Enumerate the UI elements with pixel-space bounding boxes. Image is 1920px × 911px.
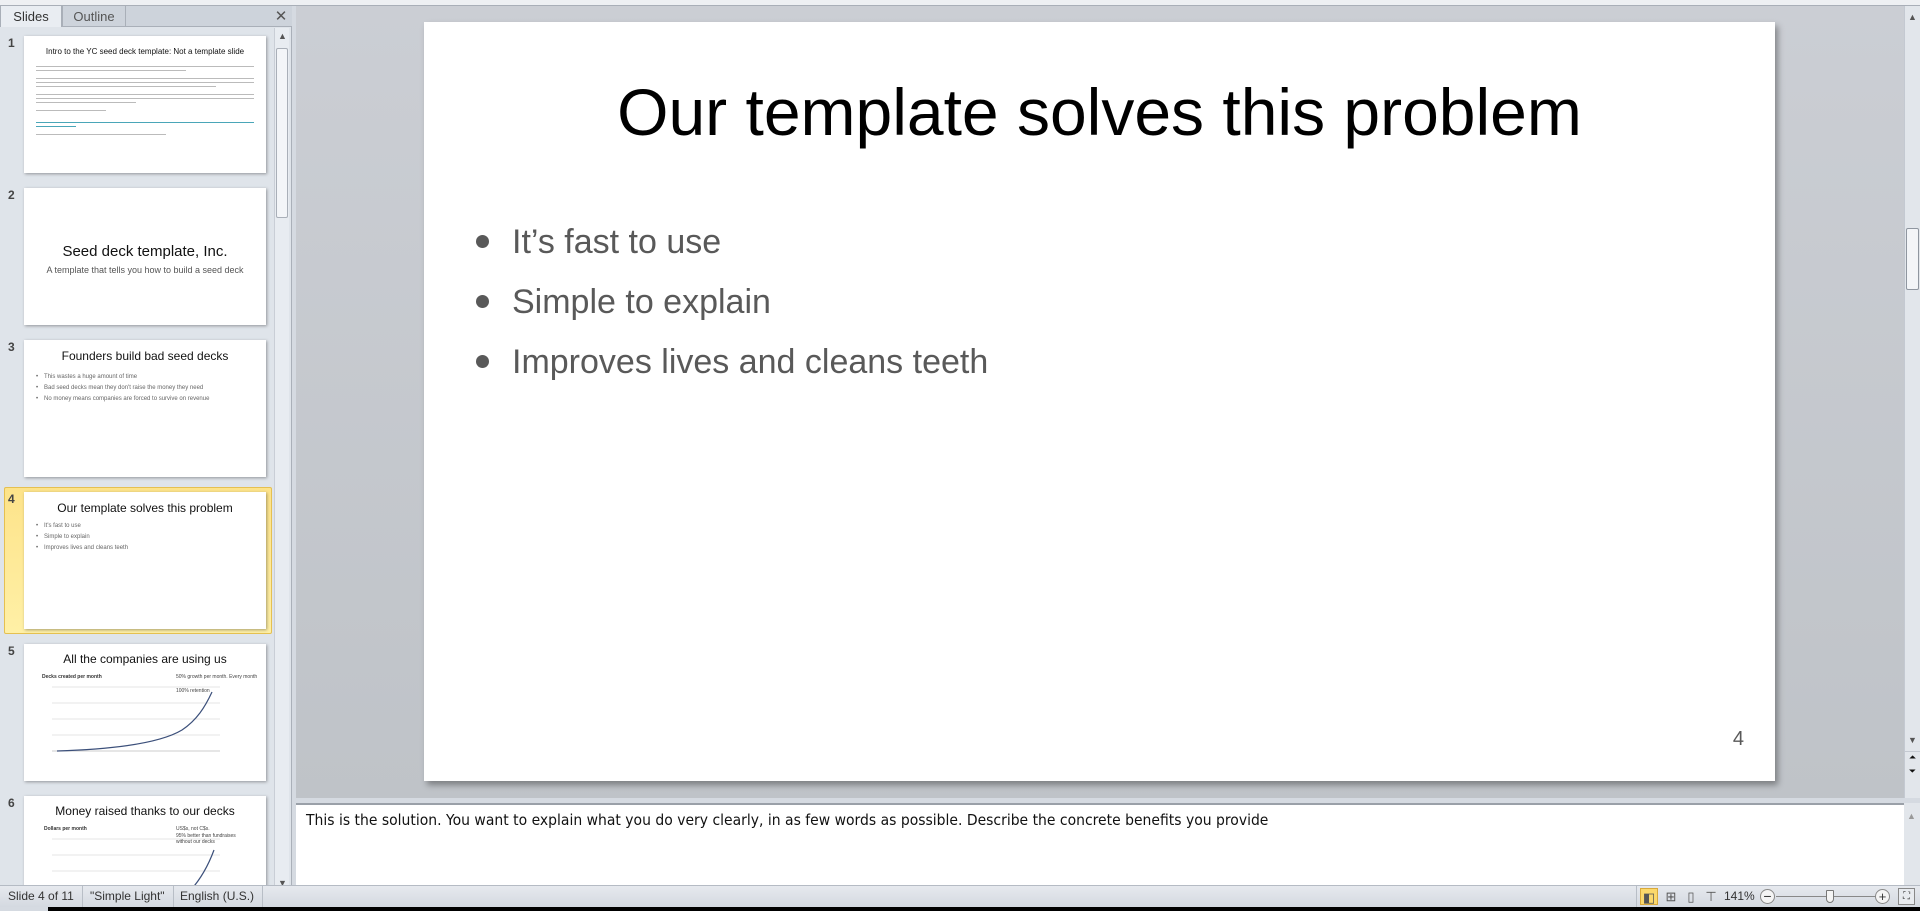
zoom-out-icon[interactable]: − bbox=[1760, 889, 1775, 904]
slide-number: 4 bbox=[1732, 728, 1744, 750]
link-line bbox=[36, 122, 254, 123]
language[interactable]: English (U.S.) bbox=[172, 886, 264, 907]
slide-bullet[interactable]: Improves lives and cleans teeth bbox=[476, 343, 988, 382]
thumbnail-bullet: Bad seed decks mean they don't raise the… bbox=[36, 385, 203, 391]
scrollbar-thumb[interactable] bbox=[1906, 228, 1919, 290]
thumbnail-title: Founders build bad seed decks bbox=[61, 349, 229, 363]
scroll-up-icon[interactable]: ▲ bbox=[275, 31, 290, 41]
link-line bbox=[36, 126, 76, 127]
zoom-level[interactable]: 141% bbox=[1724, 886, 1755, 907]
thumbnail-number: 5 bbox=[8, 644, 15, 658]
thumbnail-title: Our template solves this problem bbox=[57, 501, 233, 515]
text-line bbox=[36, 66, 254, 67]
thumbnail-number: 1 bbox=[8, 36, 15, 50]
thumbnail-bullet: This wastes a huge amount of time bbox=[36, 374, 137, 380]
tab-slides[interactable]: Slides bbox=[0, 6, 62, 27]
notes-pane[interactable]: This is the solution. You want to explai… bbox=[296, 803, 1904, 885]
thumbnail-chart-label: Decks created per month bbox=[42, 674, 102, 680]
divider bbox=[1636, 886, 1637, 907]
previous-slide-icon[interactable]: ⏶ bbox=[1905, 751, 1920, 763]
series-line bbox=[56, 691, 213, 752]
thumbnail-subtitle: A template that tells you how to build a… bbox=[46, 265, 244, 275]
text-line bbox=[36, 98, 254, 99]
slide-bullet[interactable]: Simple to explain bbox=[476, 283, 771, 322]
text-line bbox=[36, 102, 136, 103]
series-line bbox=[189, 849, 215, 890]
bullet-dot-icon bbox=[476, 295, 489, 308]
thumbnail-note: 100% retention bbox=[176, 688, 210, 694]
bullet-dot-icon bbox=[476, 235, 489, 248]
slide-counter: Slide 4 of 11 bbox=[0, 886, 83, 907]
slide-sorter-icon[interactable]: ⊞ bbox=[1662, 888, 1680, 905]
thumbnail-note: 95% better than fundraises without our d… bbox=[176, 833, 236, 845]
text-line bbox=[36, 86, 216, 87]
theme-name[interactable]: "Simple Light" bbox=[82, 886, 174, 907]
thumbnail-bullet: No money means companies are forced to s… bbox=[36, 396, 209, 402]
slide-thumbnail-5[interactable]: All the companies are using us Decks cre… bbox=[24, 644, 266, 781]
text-line bbox=[36, 94, 254, 95]
tab-outline[interactable]: Outline bbox=[62, 6, 126, 27]
normal-view-icon[interactable]: ◧ bbox=[1640, 888, 1658, 905]
screen-edge bbox=[48, 907, 1920, 911]
slide-thumbnail-4[interactable]: Our template solves this problem It's fa… bbox=[24, 492, 266, 629]
text-line bbox=[36, 78, 254, 79]
zoom-in-icon[interactable]: + bbox=[1875, 889, 1890, 904]
scrollbar-thumb[interactable] bbox=[276, 48, 288, 218]
thumbnail-bullet: Improves lives and cleans teeth bbox=[36, 545, 128, 551]
thumbnail-chart-label: Dollars per month bbox=[44, 826, 87, 832]
text-line bbox=[36, 82, 254, 83]
thumbnail-bullet: It's fast to use bbox=[36, 523, 81, 529]
slides-panel: Slides Outline ✕ 1 Intro to the YC seed … bbox=[0, 6, 292, 890]
slide-thumbnail-3[interactable]: Founders build bad seed decks This waste… bbox=[24, 340, 266, 477]
thumbnails-scrollbar[interactable]: ▲ ▼ bbox=[274, 28, 289, 890]
next-slide-icon[interactable]: ⏷ bbox=[1905, 766, 1920, 777]
zoom-slider-handle[interactable] bbox=[1826, 890, 1834, 903]
thumbnail-title: Seed deck template, Inc. bbox=[62, 243, 228, 260]
current-slide[interactable]: Our template solves this problem It’s fa… bbox=[424, 22, 1775, 781]
text-line bbox=[36, 70, 186, 71]
text-line bbox=[36, 110, 106, 111]
thumbnail-number: 6 bbox=[8, 796, 15, 810]
thumbnail-number: 2 bbox=[8, 188, 15, 202]
thumbnail-title: Money raised thanks to our decks bbox=[55, 804, 235, 818]
reading-view-icon[interactable]: ▯ bbox=[1682, 888, 1700, 905]
slide-show-icon[interactable]: ⊤ bbox=[1702, 888, 1720, 905]
thumbnail-title: All the companies are using us bbox=[63, 652, 227, 666]
thumbnail-chart bbox=[52, 686, 220, 752]
thumbnail-number: 3 bbox=[8, 340, 15, 354]
thumbnail-number: 4 bbox=[8, 492, 15, 506]
thumbnail-note: US$s, not C$s. bbox=[176, 826, 210, 832]
scroll-up-icon[interactable]: ▲ bbox=[1904, 811, 1919, 821]
slide-bullet[interactable]: It’s fast to use bbox=[476, 223, 721, 262]
text-line bbox=[36, 134, 166, 135]
notes-scrollbar[interactable]: ▲ bbox=[1904, 803, 1920, 885]
bullet-dot-icon bbox=[476, 355, 489, 368]
slide-thumbnail-2[interactable]: Seed deck template, Inc. A template that… bbox=[24, 188, 266, 325]
slide-thumbnail-1[interactable]: Intro to the YC seed deck template: Not … bbox=[24, 36, 266, 173]
slide-scrollbar[interactable]: ▲ ▼ ⏶ ⏷ bbox=[1904, 6, 1920, 798]
slide-thumbnail-6[interactable]: Money raised thanks to our decks Dollars… bbox=[24, 796, 266, 890]
scroll-down-icon[interactable]: ▼ bbox=[1905, 735, 1920, 745]
close-icon[interactable]: ✕ bbox=[272, 6, 290, 27]
thumbnail-title: Intro to the YC seed deck template: Not … bbox=[45, 47, 245, 56]
status-bar: Slide 4 of 11 "Simple Light" English (U.… bbox=[0, 885, 1920, 907]
slide-title[interactable]: Our template solves this problem bbox=[424, 74, 1775, 150]
thumbnail-note: 50% growth per month. Every month bbox=[176, 674, 258, 680]
notes-text[interactable]: This is the solution. You want to explai… bbox=[306, 811, 1268, 829]
fit-to-window-icon[interactable]: ⛶ bbox=[1898, 888, 1915, 905]
scroll-up-icon[interactable]: ▲ bbox=[1905, 12, 1920, 22]
thumbnail-bullet: Simple to explain bbox=[36, 534, 90, 540]
